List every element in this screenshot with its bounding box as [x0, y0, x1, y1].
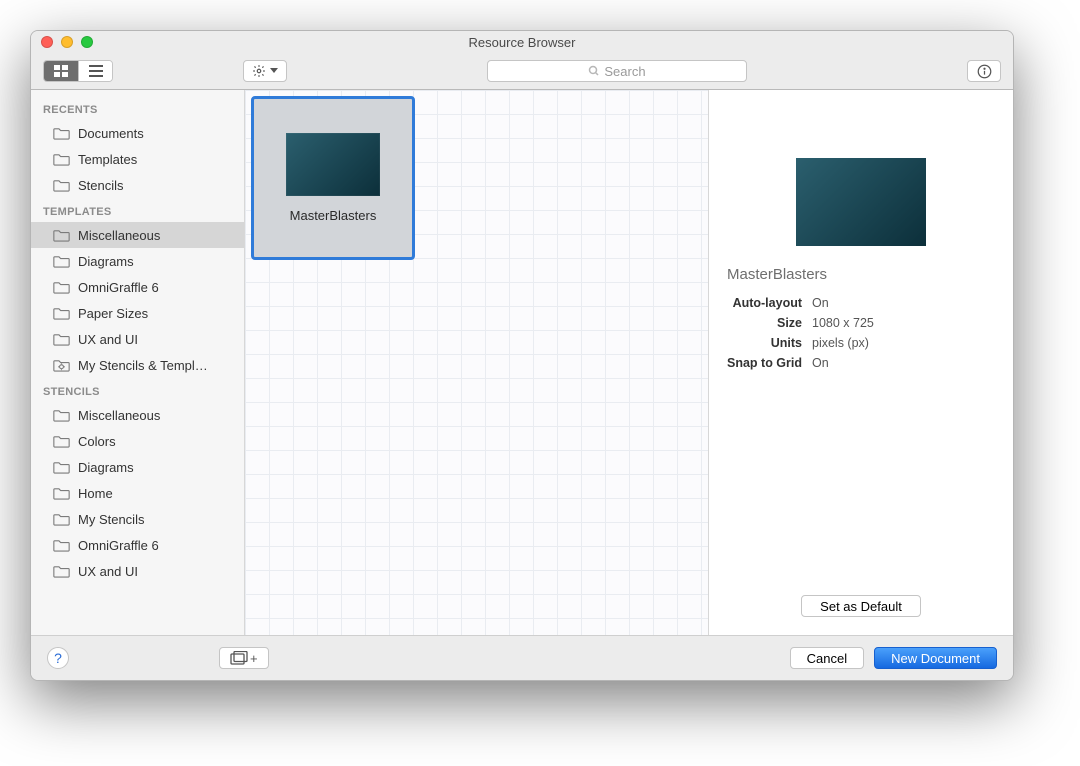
- sidebar-item[interactable]: Templates: [31, 146, 244, 172]
- grid-icon: [54, 65, 68, 77]
- toolbar: Search: [31, 53, 1013, 90]
- sidebar-item[interactable]: My Stencils: [31, 506, 244, 532]
- thumbnail-label: MasterBlasters: [290, 208, 377, 223]
- metadata-value: 1080 x 725: [812, 316, 874, 330]
- metadata-row: Unitspixels (px): [727, 333, 995, 353]
- metadata-key: Auto-layout: [727, 296, 812, 310]
- sidebar-item-label: Diagrams: [78, 460, 134, 475]
- metadata-value: pixels (px): [812, 336, 869, 350]
- search-field[interactable]: Search: [487, 60, 747, 82]
- sidebar-item[interactable]: Miscellaneous: [31, 402, 244, 428]
- list-view-button[interactable]: [78, 61, 112, 81]
- cancel-button[interactable]: Cancel: [790, 647, 864, 669]
- sidebar-item-label: Paper Sizes: [78, 306, 148, 321]
- content-area: MasterBlasters MasterBlasters Auto-layou…: [245, 90, 1013, 635]
- view-mode-segment: [43, 60, 113, 82]
- close-window-button[interactable]: [41, 36, 53, 48]
- zoom-window-button[interactable]: [81, 36, 93, 48]
- titlebar: Resource Browser: [31, 31, 1013, 53]
- thumbnail-preview: [286, 133, 380, 196]
- sidebar-item-label: Documents: [78, 126, 144, 141]
- chevron-down-icon: [270, 68, 278, 74]
- sidebar-section-header: RECENTS: [31, 96, 244, 120]
- resource-browser-window: Resource Browser Search RECENTS Documents…: [30, 30, 1014, 681]
- sidebar-item[interactable]: Diagrams: [31, 248, 244, 274]
- sidebar-item-label: OmniGraffle 6: [78, 280, 159, 295]
- sidebar-item-label: Stencils: [78, 178, 124, 193]
- sidebar-item[interactable]: OmniGraffle 6: [31, 274, 244, 300]
- search-placeholder: Search: [604, 64, 645, 79]
- sidebar-item[interactable]: Documents: [31, 120, 244, 146]
- sidebar-item-label: Diagrams: [78, 254, 134, 269]
- window-title: Resource Browser: [469, 35, 576, 50]
- sidebar-item-label: UX and UI: [78, 564, 138, 579]
- sidebar-item-label: OmniGraffle 6: [78, 538, 159, 553]
- sidebar-item-label: Miscellaneous: [78, 408, 160, 423]
- template-grid[interactable]: MasterBlasters: [245, 90, 709, 635]
- help-button[interactable]: ?: [47, 647, 69, 669]
- metadata-key: Units: [727, 336, 812, 350]
- sidebar-item-label: Templates: [78, 152, 137, 167]
- sidebar-item-label: UX and UI: [78, 332, 138, 347]
- action-menu-button[interactable]: [243, 60, 287, 82]
- sidebar-item[interactable]: UX and UI: [31, 558, 244, 584]
- sidebar-item[interactable]: Diagrams: [31, 454, 244, 480]
- metadata-row: Auto-layoutOn: [727, 293, 995, 313]
- templates-icon: [230, 651, 248, 665]
- grid-view-button[interactable]: [44, 61, 78, 81]
- sidebar-item[interactable]: Miscellaneous: [31, 222, 244, 248]
- info-button[interactable]: [967, 60, 1001, 82]
- minimize-window-button[interactable]: [61, 36, 73, 48]
- sidebar-item-label: Miscellaneous: [78, 228, 160, 243]
- detail-panel: MasterBlasters Auto-layoutOnSize1080 x 7…: [709, 90, 1013, 635]
- template-thumbnail[interactable]: MasterBlasters: [251, 96, 415, 260]
- sidebar-item-label: My Stencils & Templ…: [78, 358, 208, 373]
- metadata-key: Snap to Grid: [727, 356, 812, 370]
- sidebar-item[interactable]: UX and UI: [31, 326, 244, 352]
- sidebar-section-header: TEMPLATES: [31, 198, 244, 222]
- metadata-row: Size1080 x 725: [727, 313, 995, 333]
- sidebar-item-label: Home: [78, 486, 113, 501]
- plus-icon: +: [250, 651, 258, 666]
- metadata-row: Snap to GridOn: [727, 353, 995, 373]
- traffic-lights: [41, 36, 93, 48]
- metadata-value: On: [812, 356, 829, 370]
- sidebar-item-label: Colors: [78, 434, 116, 449]
- new-document-button[interactable]: New Document: [874, 647, 997, 669]
- footer: ? + Cancel New Document: [31, 636, 1013, 680]
- sidebar-item-label: My Stencils: [78, 512, 144, 527]
- sidebar-item[interactable]: My Stencils & Templ…: [31, 352, 244, 378]
- sidebar[interactable]: RECENTS Documents Templates Stencils TEMPLAT…: [31, 90, 245, 635]
- sidebar-item[interactable]: Paper Sizes: [31, 300, 244, 326]
- add-template-button[interactable]: +: [219, 647, 269, 669]
- info-icon: [977, 64, 992, 79]
- body: RECENTS Documents Templates Stencils TEMPLAT…: [31, 90, 1013, 636]
- detail-name: MasterBlasters: [727, 266, 827, 283]
- metadata-key: Size: [727, 316, 812, 330]
- detail-metadata: Auto-layoutOnSize1080 x 725Unitspixels (…: [727, 293, 995, 373]
- gear-icon: [252, 64, 266, 78]
- detail-preview: [796, 158, 926, 246]
- metadata-value: On: [812, 296, 829, 310]
- sidebar-item[interactable]: Stencils: [31, 172, 244, 198]
- sidebar-section-header: STENCILS: [31, 378, 244, 402]
- set-default-button[interactable]: Set as Default: [801, 595, 921, 617]
- list-icon: [89, 65, 103, 77]
- sidebar-item[interactable]: OmniGraffle 6: [31, 532, 244, 558]
- sidebar-item[interactable]: Home: [31, 480, 244, 506]
- search-icon: [588, 65, 600, 77]
- sidebar-item[interactable]: Colors: [31, 428, 244, 454]
